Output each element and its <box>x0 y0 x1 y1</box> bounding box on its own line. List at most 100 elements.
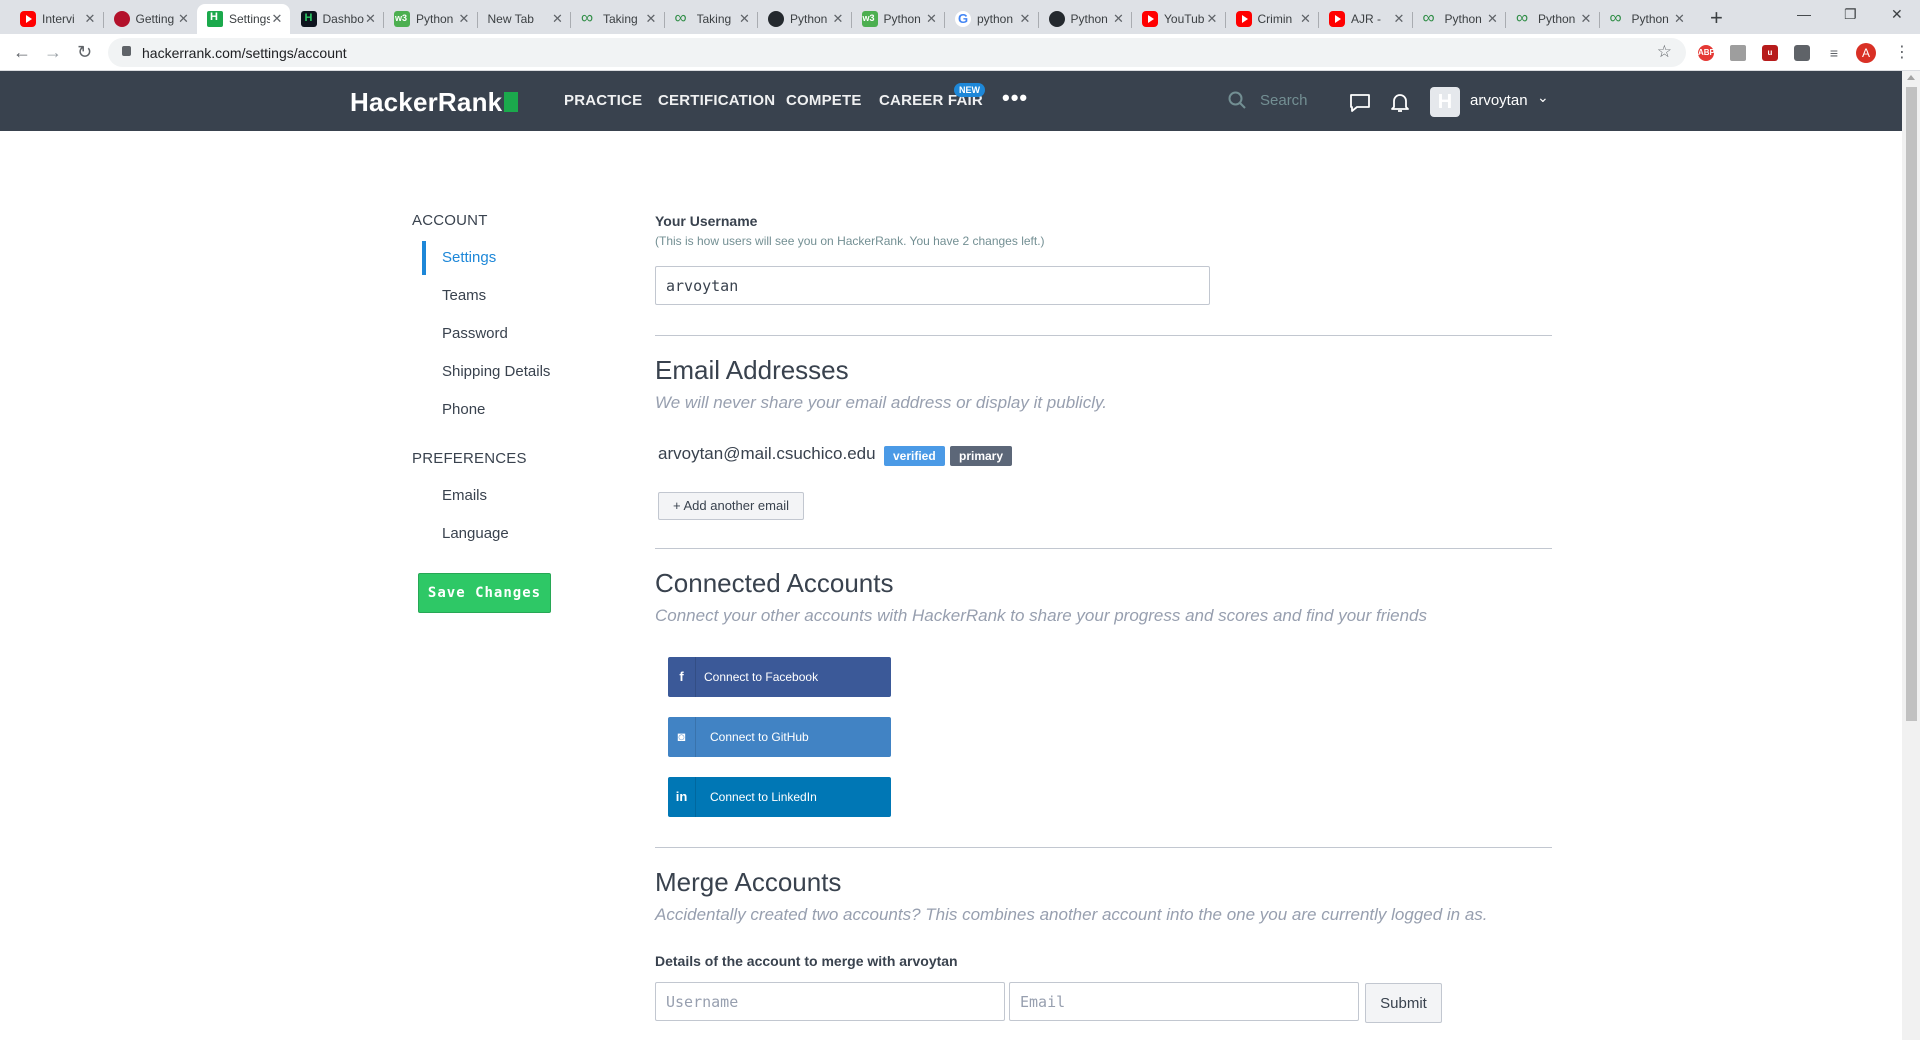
browser-tab-strip: Intervi✕Getting✕Settings✕Dashbo✕Python✕N… <box>0 0 1920 34</box>
gh-favicon-icon <box>768 11 784 27</box>
sidebar-item-emails[interactable]: Emails <box>422 479 592 513</box>
browser-tab[interactable]: YouTub ✕ <box>1132 4 1225 34</box>
close-tab-icon[interactable]: ✕ <box>177 11 191 27</box>
close-tab-icon[interactable]: ✕ <box>1392 11 1406 27</box>
browser-tab[interactable]: AJR - ✕ <box>1319 4 1412 34</box>
tab-separator <box>1505 12 1506 28</box>
reload-icon[interactable]: ↻ <box>77 42 92 63</box>
browser-tab-label: YouTub <box>1164 12 1205 26</box>
tab-separator <box>476 12 478 28</box>
more-menu-icon[interactable]: ••• <box>1002 85 1028 111</box>
scroll-up-arrow-icon[interactable] <box>1907 75 1915 80</box>
close-tab-icon[interactable]: ✕ <box>1299 11 1313 27</box>
merge-username-input[interactable] <box>655 982 1005 1021</box>
close-tab-icon[interactable]: ✕ <box>457 11 471 27</box>
browser-tab[interactable]: Python✕ <box>1039 4 1132 34</box>
connect-linkedin-button[interactable]: in Connect to LinkedIn <box>668 777 891 817</box>
close-tab-icon[interactable]: ✕ <box>1112 11 1126 27</box>
browser-tab-label: Python <box>1538 12 1576 26</box>
close-tab-icon[interactable]: ✕ <box>1673 11 1687 27</box>
browser-tab[interactable]: Intervi ✕ <box>10 4 103 34</box>
facebook-label: Connect to Facebook <box>704 670 819 684</box>
nav-practice[interactable]: PRACTICE <box>564 92 642 109</box>
browser-tab-label: Intervi <box>42 12 75 26</box>
gfg-favicon-icon <box>1516 8 1532 28</box>
chat-icon[interactable] <box>1349 93 1371 113</box>
sidebar-item-password[interactable]: Password <box>422 317 592 351</box>
browser-tab[interactable]: python ✕ <box>945 4 1038 34</box>
browser-tab[interactable]: Python✕ <box>758 4 851 34</box>
new-badge: NEW <box>954 83 985 97</box>
merge-submit-button[interactable]: Submit <box>1365 983 1442 1023</box>
search-input[interactable]: Search <box>1260 92 1308 109</box>
connect-facebook-button[interactable]: f Connect to Facebook <box>668 657 891 697</box>
minimize-icon[interactable]: — <box>1797 6 1811 22</box>
browser-tab[interactable]: Python✕ <box>1413 4 1506 34</box>
browser-tab[interactable]: Getting ✕ <box>104 4 197 34</box>
hackerrank-logo[interactable]: HackerRank <box>350 87 519 118</box>
browser-menu-icon[interactable]: ⋮ <box>1894 42 1910 62</box>
sidebar-item-teams[interactable]: Teams <box>422 279 592 313</box>
media-queue-icon[interactable]: ≡ <box>1826 45 1842 61</box>
close-tab-icon[interactable]: ✕ <box>1486 11 1500 27</box>
browser-tab[interactable]: Taking ✕ <box>571 4 664 34</box>
close-tab-icon[interactable]: ✕ <box>1579 11 1593 27</box>
gh-favicon-icon <box>1048 11 1065 27</box>
nav-certification[interactable]: CERTIFICATION <box>658 92 775 109</box>
close-tab-icon[interactable]: ✕ <box>738 11 752 27</box>
browser-tab[interactable]: Crimin ✕ <box>1226 4 1319 34</box>
close-tab-icon[interactable]: ✕ <box>1018 11 1032 27</box>
adblock-icon[interactable]: ABP <box>1698 45 1715 61</box>
close-tab-icon[interactable]: ✕ <box>551 11 565 27</box>
merge-email-input[interactable] <box>1009 982 1359 1021</box>
chevron-down-icon[interactable]: ⌄ <box>1537 89 1549 106</box>
browser-tab[interactable]: Settings✕ <box>197 4 290 34</box>
sidebar-item-settings[interactable]: Settings <box>422 241 592 275</box>
tab-separator <box>570 12 571 28</box>
extensions-puzzle-icon[interactable] <box>1794 45 1810 61</box>
browser-tab[interactable]: Python✕ <box>384 4 477 34</box>
bookmark-star-icon[interactable]: ☆ <box>1657 42 1672 62</box>
search-icon[interactable] <box>1228 91 1246 109</box>
browser-tab[interactable]: Taking ✕ <box>665 4 758 34</box>
tab-separator <box>1318 12 1319 28</box>
close-tab-icon[interactable]: ✕ <box>925 11 939 27</box>
add-email-button[interactable]: + Add another email <box>658 492 804 520</box>
browser-tab[interactable]: Python✕ <box>1506 4 1599 34</box>
save-changes-button[interactable]: Save Changes <box>418 573 551 613</box>
tab-separator <box>663 12 665 28</box>
forward-icon[interactable]: → <box>44 42 62 63</box>
close-tab-icon[interactable]: ✕ <box>83 11 97 27</box>
scrollbar-thumb[interactable] <box>1906 87 1917 721</box>
browser-tab[interactable]: Dashbo✕ <box>291 4 384 34</box>
back-icon[interactable]: ← <box>13 42 31 63</box>
close-tab-icon[interactable]: ✕ <box>364 11 378 27</box>
close-window-icon[interactable]: ✕ <box>1891 6 1903 23</box>
email-section-title: Email Addresses <box>655 355 849 385</box>
address-bar[interactable]: hackerrank.com/settings/account ☆ <box>108 38 1686 67</box>
user-avatar[interactable]: H <box>1430 87 1460 117</box>
extension-icon[interactable] <box>1730 45 1746 61</box>
username-field[interactable] <box>655 266 1210 305</box>
browser-tab-label: Dashbo <box>322 12 364 26</box>
new-tab-button[interactable]: + <box>1710 5 1723 31</box>
sidebar-item-phone[interactable]: Phone <box>422 393 592 427</box>
close-tab-icon[interactable]: ✕ <box>270 11 284 27</box>
sidebar-item-shipping-details[interactable]: Shipping Details <box>422 355 592 389</box>
browser-tab[interactable]: New Tab ✕ <box>478 4 571 34</box>
connect-github-button[interactable]: ◙ Connect to GitHub <box>668 717 891 757</box>
close-tab-icon[interactable]: ✕ <box>644 11 658 27</box>
username-menu[interactable]: arvoytan <box>1470 92 1528 109</box>
nav-compete[interactable]: COMPETE <box>786 92 862 109</box>
sidebar-item-language[interactable]: Language <box>422 517 592 551</box>
browser-tab[interactable]: Python✕ <box>1600 4 1693 34</box>
ublock-icon[interactable]: u <box>1762 45 1778 61</box>
bell-icon[interactable] <box>1390 92 1410 113</box>
close-tab-icon[interactable]: ✕ <box>1205 11 1219 27</box>
close-tab-icon[interactable]: ✕ <box>831 11 845 27</box>
tab-separator <box>1411 12 1413 28</box>
hr-favicon-icon <box>207 11 223 27</box>
profile-avatar[interactable]: A <box>1856 43 1876 63</box>
browser-tab[interactable]: Python✕ <box>852 4 945 34</box>
restore-icon[interactable]: ❐ <box>1844 6 1857 23</box>
